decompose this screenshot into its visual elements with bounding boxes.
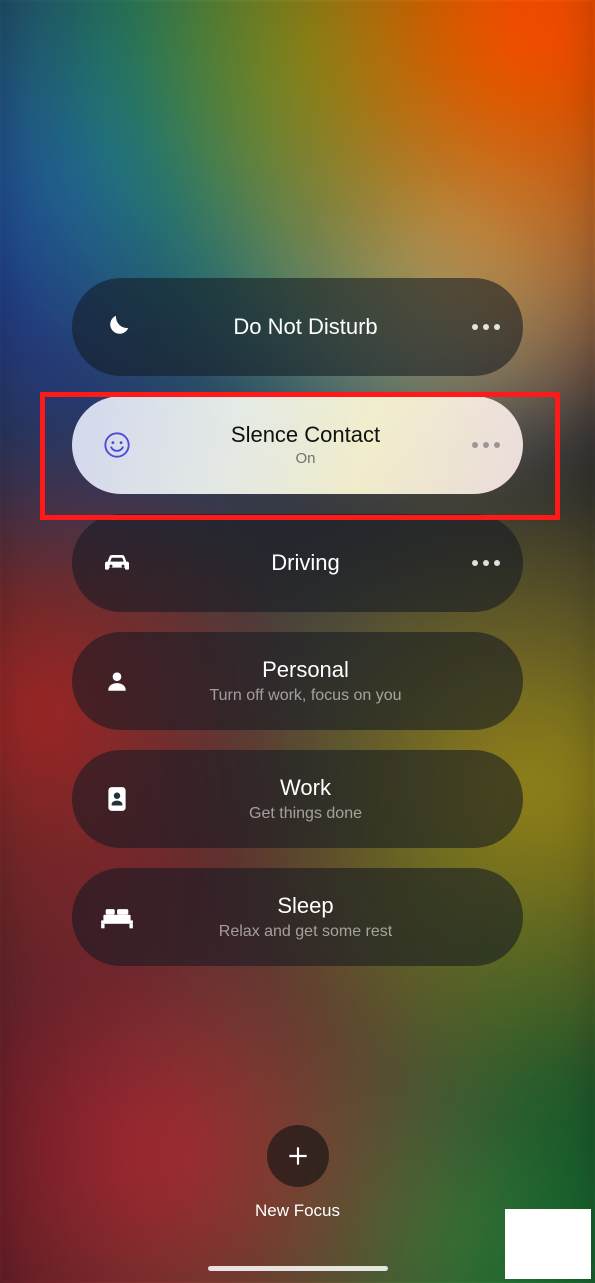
focus-item-text: Sleep Relax and get some rest xyxy=(162,893,449,941)
new-focus: New Focus xyxy=(2,1125,593,1221)
focus-item-label: Personal xyxy=(262,657,349,683)
ellipsis-icon xyxy=(472,442,500,448)
focus-item-silence[interactable]: Slence Contact On xyxy=(72,396,523,494)
white-patch xyxy=(505,1209,591,1279)
focus-item-dnd[interactable]: Do Not Disturb xyxy=(72,278,523,376)
new-focus-button[interactable] xyxy=(267,1125,329,1187)
focus-item-label: Slence Contact xyxy=(231,422,380,448)
focus-item-work[interactable]: Work Get things done xyxy=(72,750,523,848)
plus-icon xyxy=(285,1143,311,1169)
focus-item-text: Driving xyxy=(162,550,449,576)
person-icon xyxy=(72,668,162,694)
bed-icon xyxy=(72,904,162,930)
focus-item-text: Work Get things done xyxy=(162,775,449,823)
focus-item-label: Work xyxy=(280,775,331,801)
focus-item-sleep[interactable]: Sleep Relax and get some rest xyxy=(72,868,523,966)
focus-item-label: Driving xyxy=(271,550,339,576)
home-indicator[interactable] xyxy=(208,1266,388,1271)
focus-item-subtitle: Relax and get some rest xyxy=(219,922,392,941)
focus-item-text: Do Not Disturb xyxy=(162,314,449,340)
focus-item-driving[interactable]: Driving xyxy=(72,514,523,612)
focus-item-personal[interactable]: Personal Turn off work, focus on you xyxy=(72,632,523,730)
focus-item-subtitle: Get things done xyxy=(249,804,362,823)
focus-list: Do Not Disturb Slence Contact On xyxy=(2,278,593,966)
focus-item-label: Do Not Disturb xyxy=(233,314,377,340)
more-button[interactable] xyxy=(449,560,523,566)
focus-item-subtitle: Turn off work, focus on you xyxy=(209,686,401,705)
ellipsis-icon xyxy=(472,560,500,566)
focus-item-text: Slence Contact On xyxy=(162,422,449,468)
smile-icon xyxy=(72,431,162,459)
ellipsis-icon xyxy=(472,324,500,330)
new-focus-label: New Focus xyxy=(255,1201,340,1221)
focus-item-text: Personal Turn off work, focus on you xyxy=(162,657,449,705)
badge-icon xyxy=(72,785,162,813)
focus-item-status: On xyxy=(295,450,315,468)
focus-screen: Do Not Disturb Slence Contact On xyxy=(0,0,595,1283)
more-button[interactable] xyxy=(449,324,523,330)
focus-item-label: Sleep xyxy=(277,893,333,919)
more-button[interactable] xyxy=(449,442,523,448)
moon-icon xyxy=(72,312,162,342)
car-icon xyxy=(72,547,162,579)
